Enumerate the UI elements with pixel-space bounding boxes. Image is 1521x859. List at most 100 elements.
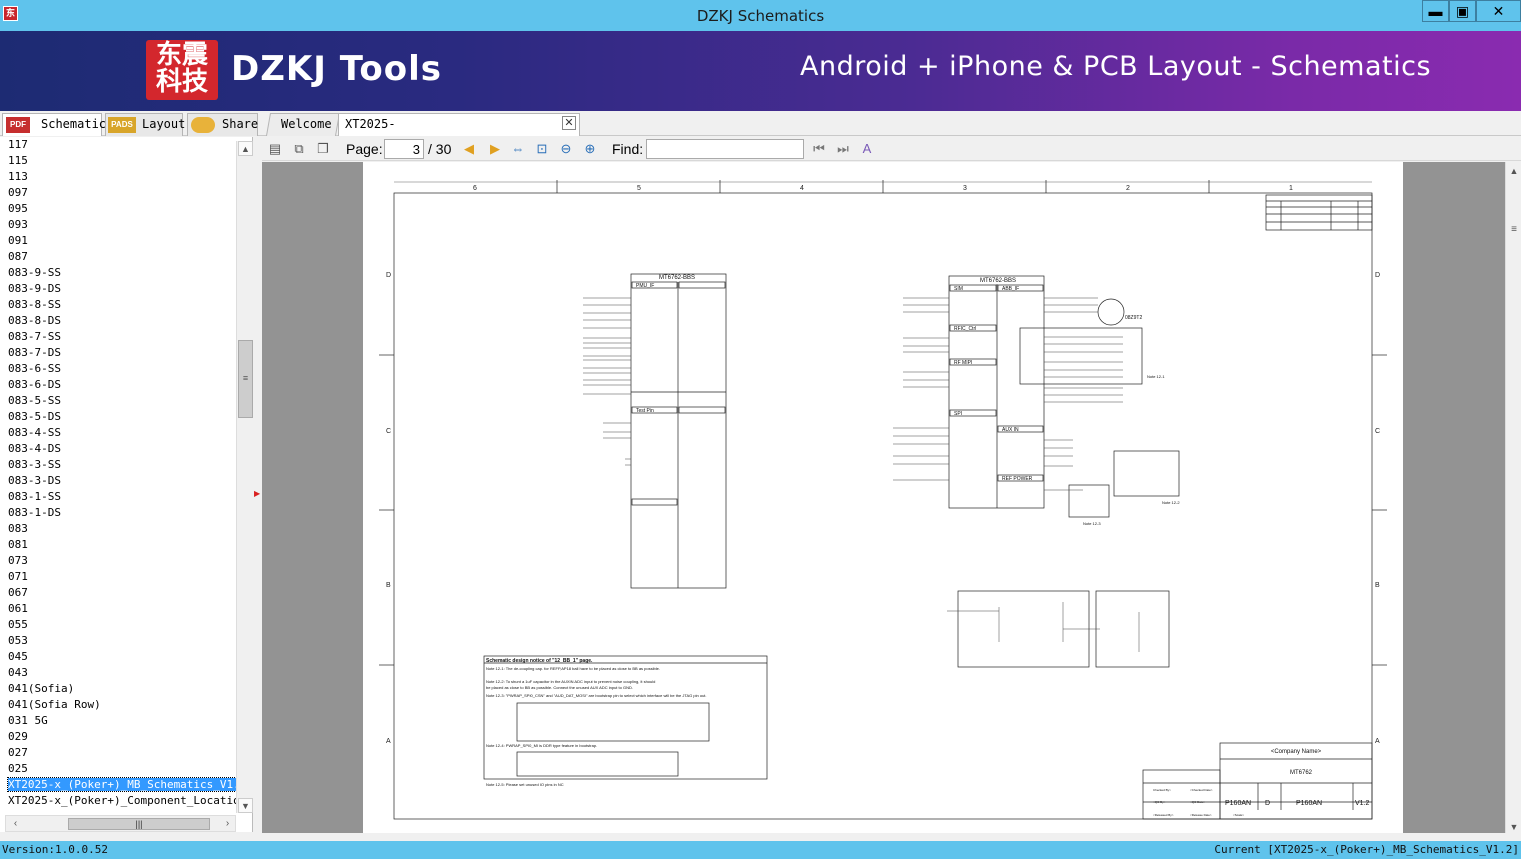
- horizontal-scroll-thumb[interactable]: |||: [68, 818, 210, 830]
- tab-share[interactable]: Share: [187, 113, 258, 136]
- file-list[interactable]: 117 115 113 097 095 093 091 087 083-9-SS 083-9-DS…: [0, 137, 236, 813]
- file-list-item[interactable]: 095: [0, 201, 236, 217]
- file-list-item[interactable]: 053: [0, 633, 236, 649]
- highlight-text-icon[interactable]: A: [858, 140, 876, 158]
- file-list-item-label: 083-8-DS: [8, 314, 61, 327]
- file-list-item[interactable]: XT2025-x_(Poker+)_Component_Location_V: [0, 793, 236, 809]
- previous-page-icon[interactable]: ◀: [460, 140, 478, 158]
- file-list-item[interactable]: 041(Sofia Row): [0, 697, 236, 713]
- close-tab-icon[interactable]: ✕: [562, 116, 576, 130]
- file-list-item-label: 095: [8, 202, 28, 215]
- design-name: MT6762: [1290, 770, 1313, 776]
- tab-welcome[interactable]: Welcome: [265, 113, 341, 136]
- scroll-right-icon[interactable]: ›: [220, 817, 235, 831]
- file-list-item[interactable]: 113: [0, 169, 236, 185]
- file-list-item[interactable]: 045: [0, 649, 236, 665]
- file-list-item[interactable]: 083-9-DS: [0, 281, 236, 297]
- file-list-item[interactable]: 073: [0, 553, 236, 569]
- title-block-label: <Released By>: [1153, 813, 1174, 817]
- file-list-item[interactable]: 029: [0, 729, 236, 745]
- zoom-in-icon[interactable]: ⊕: [581, 140, 599, 158]
- logo-chars: 东震科技: [155, 40, 208, 97]
- file-list-item[interactable]: 083-8-SS: [0, 297, 236, 313]
- schematic-drawing: 6 5 4 3 2 1 D C B A D C B A MT6762-BBS P…: [379, 180, 1387, 820]
- file-list-item[interactable]: 067: [0, 585, 236, 601]
- file-list-item[interactable]: 031 5G: [0, 713, 236, 729]
- maximize-button[interactable]: ▣: [1449, 0, 1476, 22]
- title-block-label: Checked By>: [1153, 788, 1171, 792]
- open-file-icon[interactable]: ▤: [266, 140, 284, 158]
- chip-part-label: 08Z9T2: [1125, 315, 1142, 321]
- file-list-item[interactable]: 041(Sofia): [0, 681, 236, 697]
- vertical-scrollbar[interactable]: ▲ ≡ ▼: [236, 141, 253, 813]
- row-label: A: [386, 738, 391, 745]
- file-list-item[interactable]: 083-7-SS: [0, 329, 236, 345]
- find-input[interactable]: [646, 139, 804, 159]
- file-list-item[interactable]: 083-4-DS: [0, 441, 236, 457]
- file-list-item[interactable]: 083-6-DS: [0, 377, 236, 393]
- file-list-item[interactable]: 043: [0, 665, 236, 681]
- file-list-item[interactable]: 071: [0, 569, 236, 585]
- file-list-item[interactable]: 083-4-SS: [0, 425, 236, 441]
- file-list-item[interactable]: 083-1-DS: [0, 505, 236, 521]
- file-list-item[interactable]: 087: [0, 249, 236, 265]
- scroll-up-icon[interactable]: ▲: [1508, 166, 1520, 176]
- file-list-item[interactable]: XT2025-x_(Poker+)_MB_Schematics_V1.2: [0, 777, 236, 793]
- find-previous-icon[interactable]: ⏮: [810, 140, 828, 158]
- fit-page-icon[interactable]: ⊡: [533, 140, 551, 158]
- scroll-up-icon[interactable]: ▲: [238, 141, 253, 156]
- pages-icon[interactable]: ❐: [314, 140, 332, 158]
- find-label: Find:: [612, 141, 644, 157]
- tab-schematic[interactable]: PDF Schematic: [2, 113, 106, 136]
- section-label: PMU_IF: [636, 283, 654, 289]
- file-list-item[interactable]: 091: [0, 233, 236, 249]
- close-button[interactable]: ✕: [1476, 0, 1521, 22]
- page-number-input[interactable]: [384, 139, 424, 159]
- tab-layout[interactable]: PADS Layout: [105, 113, 185, 136]
- document-viewer[interactable]: 6 5 4 3 2 1 D C B A D C B A MT6762-BBS P…: [262, 162, 1505, 833]
- file-list-item[interactable]: 117: [0, 137, 236, 153]
- file-list-item[interactable]: 081: [0, 537, 236, 553]
- minimize-button[interactable]: ▬: [1422, 0, 1449, 22]
- file-list-item[interactable]: 083: [0, 521, 236, 537]
- company-name: <Company Name>: [1271, 749, 1322, 755]
- tab-document[interactable]: XT2025-x_(Poker+)_MB_Schematics_V1.2: [338, 113, 580, 152]
- file-list-item[interactable]: 083-3-DS: [0, 473, 236, 489]
- file-list-item-label: 071: [8, 570, 28, 583]
- next-page-icon[interactable]: ▶: [486, 140, 504, 158]
- file-list-item[interactable]: 083-5-DS: [0, 409, 236, 425]
- file-list-item[interactable]: 083-9-SS: [0, 265, 236, 281]
- scroll-down-icon[interactable]: ▼: [238, 798, 253, 813]
- file-list-item[interactable]: 055: [0, 617, 236, 633]
- section-label: RFIC_Ctrl: [954, 326, 976, 332]
- horizontal-scrollbar[interactable]: ‹ ||| ›: [5, 815, 236, 832]
- collapse-arrow-icon[interactable]: ▶: [254, 489, 260, 498]
- column-label: 5: [637, 185, 641, 192]
- file-list-item[interactable]: 083-5-SS: [0, 393, 236, 409]
- file-list-item[interactable]: 115: [0, 153, 236, 169]
- file-list-item-label: 083-6-DS: [8, 378, 61, 391]
- viewer-scrollbar[interactable]: ▲ ≡ ▼: [1505, 162, 1521, 833]
- file-list-item[interactable]: 097: [0, 185, 236, 201]
- file-list-item[interactable]: 027: [0, 745, 236, 761]
- file-list-item[interactable]: 061: [0, 601, 236, 617]
- file-list-item[interactable]: 093: [0, 217, 236, 233]
- panel-splitter[interactable]: ▶: [253, 137, 261, 832]
- scroll-left-icon[interactable]: ‹: [8, 817, 23, 831]
- fit-width-icon[interactable]: ⇔: [509, 140, 527, 158]
- file-list-item[interactable]: 083-3-SS: [0, 457, 236, 473]
- pads-icon: PADS: [108, 117, 136, 133]
- viewer-scroll-thumb[interactable]: ≡: [1508, 224, 1520, 235]
- copy-icon[interactable]: ⧉: [290, 140, 308, 158]
- find-next-icon[interactable]: ⏭: [834, 140, 852, 158]
- file-list-item[interactable]: 083-6-SS: [0, 361, 236, 377]
- row-label: D: [1375, 272, 1380, 279]
- file-list-item[interactable]: 083-7-DS: [0, 345, 236, 361]
- file-list-item-label: 027: [8, 746, 28, 759]
- zoom-out-icon[interactable]: ⊖: [557, 140, 575, 158]
- file-list-item[interactable]: 025: [0, 761, 236, 777]
- file-list-item[interactable]: 083-1-SS: [0, 489, 236, 505]
- scroll-thumb[interactable]: ≡: [238, 340, 253, 418]
- scroll-down-icon[interactable]: ▼: [1508, 822, 1520, 832]
- file-list-item[interactable]: 083-8-DS: [0, 313, 236, 329]
